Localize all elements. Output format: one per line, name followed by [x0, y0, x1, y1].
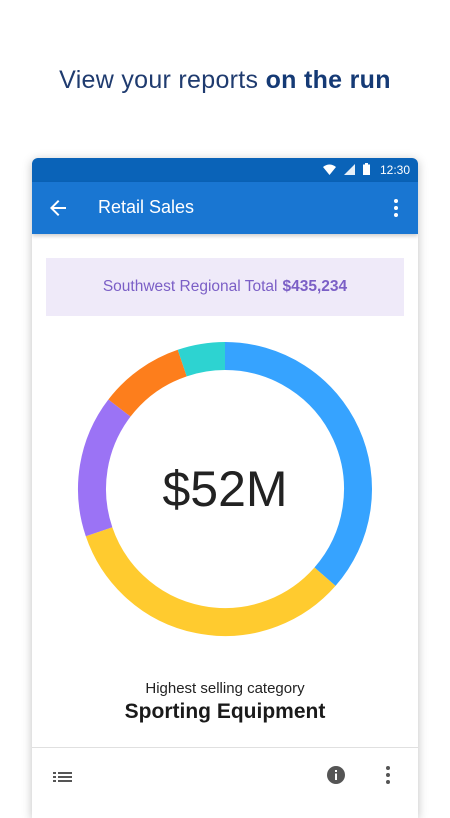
status-bar: 12:30 — [32, 158, 418, 182]
category-caption: Highest selling category Sporting Equipm… — [32, 680, 418, 724]
wifi-icon — [323, 164, 336, 175]
headline-emphasis: on the run — [265, 66, 391, 94]
banner-amount: $435,234 — [282, 278, 348, 295]
app-bar: Retail Sales — [32, 182, 418, 234]
donut-center-value: $52M — [162, 461, 288, 517]
battery-icon — [363, 163, 370, 175]
more-vert-icon[interactable] — [378, 764, 398, 786]
app-bar-title: Retail Sales — [98, 197, 195, 217]
more-vert-icon[interactable] — [384, 196, 408, 220]
headline-prefix: View your reports — [59, 66, 266, 94]
banner-label: Southwest Regional Total — [102, 278, 278, 295]
caption-category: Sporting Equipment — [124, 700, 326, 723]
donut-chart[interactable]: $52M — [77, 341, 373, 637]
back-arrow-icon[interactable] — [46, 196, 70, 220]
headline: View your reports on the run — [0, 66, 450, 95]
signal-icon — [344, 163, 355, 175]
status-time: 12:30 — [379, 163, 410, 177]
list-icon[interactable] — [52, 766, 74, 788]
regional-total-banner: Southwest Regional Total $435,234 — [46, 258, 404, 316]
bottom-bar — [32, 747, 418, 808]
caption-subtitle: Highest selling category — [145, 680, 305, 697]
phone-screen: 12:30 Retail Sales Southwest Regional To… — [32, 158, 418, 818]
status-icons — [323, 163, 370, 175]
info-icon[interactable] — [326, 765, 346, 785]
